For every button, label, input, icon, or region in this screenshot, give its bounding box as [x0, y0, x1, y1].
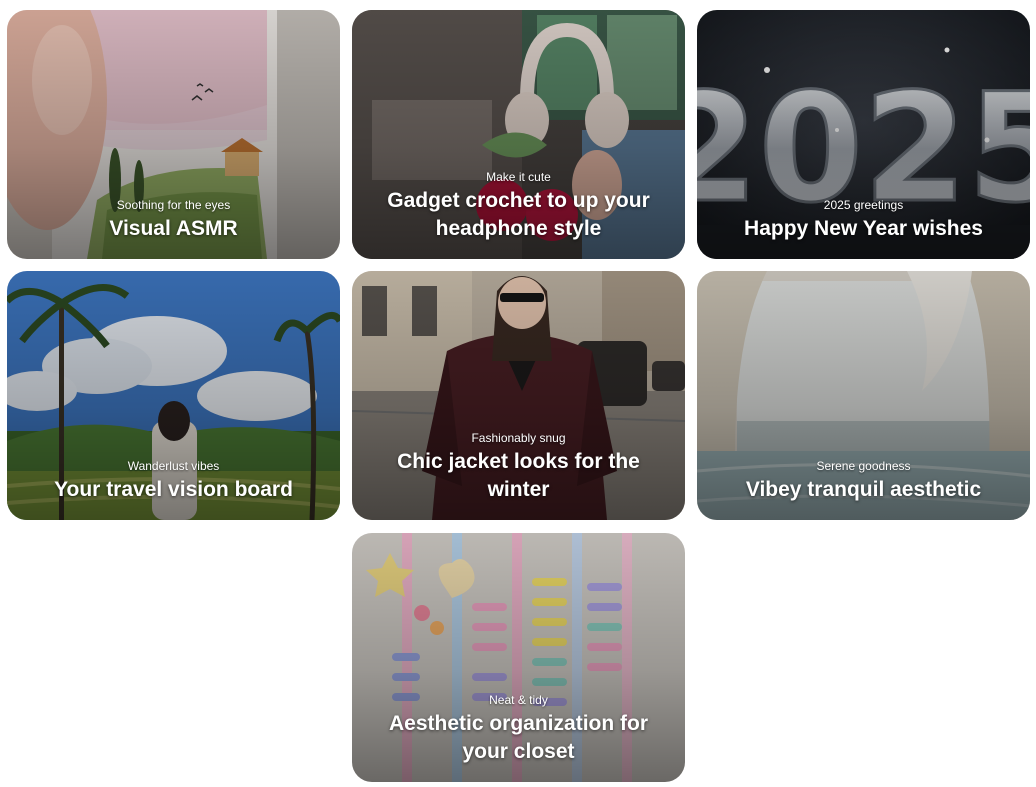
card-title: Your travel vision board — [54, 478, 293, 501]
idea-card-new-year-wishes[interactable]: 2025 2025 greetings Happy New Year wishe… — [697, 10, 1030, 259]
idea-card-travel-vision-board[interactable]: Wanderlust vibes Your travel vision boar… — [7, 271, 340, 520]
card-subtitle: 2025 greetings — [823, 198, 904, 212]
idea-card-tranquil-aesthetic[interactable]: Serene goodness Vibey tranquil aesthetic — [697, 271, 1030, 520]
idea-card-visual-asmr[interactable]: Soothing for the eyes Visual ASMR — [7, 10, 340, 259]
card-subtitle: Make it cute — [486, 170, 551, 184]
idea-card-chic-jacket[interactable]: Fashionably snug Chic jacket looks for t… — [352, 271, 685, 520]
card-title: Happy New Year wishes — [744, 217, 983, 240]
card-subtitle: Soothing for the eyes — [116, 198, 231, 212]
card-title: Gadget crochet to up your headphone styl… — [387, 189, 650, 240]
card-subtitle: Fashionably snug — [471, 431, 566, 445]
card-subtitle: Wanderlust vibes — [127, 459, 220, 473]
card-title: Vibey tranquil aesthetic — [745, 478, 982, 501]
card-subtitle: Serene goodness — [816, 459, 911, 473]
card-subtitle: Neat & tidy — [489, 693, 548, 707]
card-title: Visual ASMR — [109, 217, 238, 240]
card-title: Chic jacket looks for the winter — [397, 450, 640, 501]
idea-card-closet-organization[interactable]: Neat & tidy Aesthetic organization for y… — [352, 533, 685, 782]
card-title: Aesthetic organization for your closet — [388, 712, 649, 763]
idea-card-gadget-crochet[interactable]: Make it cute Gadget crochet to up your h… — [352, 10, 685, 259]
